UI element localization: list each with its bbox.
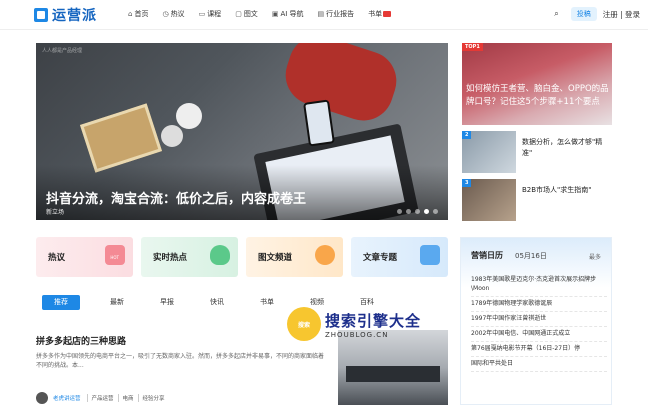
hero-cup-shape bbox=[161, 125, 183, 147]
nav-item-hot[interactable]: ◷ 热议 bbox=[162, 9, 184, 19]
new-badge-icon bbox=[383, 11, 392, 17]
top-article-item[interactable]: 3 B2B市场人"求生指南" bbox=[462, 179, 612, 221]
hero-category[interactable]: 新立场 bbox=[46, 207, 64, 216]
hero-notebook-shape bbox=[79, 103, 163, 173]
nav-label: 课程 bbox=[207, 10, 222, 18]
site-logo[interactable]: 运营派 bbox=[34, 5, 97, 25]
nav-item-booklist[interactable]: 书单 bbox=[368, 9, 392, 19]
report-icon: ▤ bbox=[317, 10, 325, 18]
top1-article[interactable]: TOP1 如何模仿王者营、脑白金、OPPO的品牌口号？记住这5个步骤+11个要点 bbox=[462, 43, 612, 125]
calendar-item[interactable]: 第76届戛纳电影节开幕（16日-27日）停 bbox=[471, 342, 607, 357]
author-name[interactable]: 老虎讲运营 bbox=[53, 394, 81, 402]
search-icon[interactable]: ⌕ bbox=[554, 9, 558, 19]
hero-watermark: 人人都是产品经理 bbox=[42, 48, 83, 54]
hero-title[interactable]: 抖音分流，淘宝合流：低价之后，内容成卷王 bbox=[46, 188, 306, 207]
top-article-item[interactable]: 2 数据分析，怎么做才够"精准" bbox=[462, 131, 612, 173]
nav-item-courses[interactable]: ▭ 课程 bbox=[199, 9, 222, 19]
article-thumbnail[interactable]: 3 bbox=[462, 179, 516, 221]
category-label: 文章专题 bbox=[363, 253, 398, 263]
hero-arm-shape bbox=[277, 43, 405, 129]
tab-latest[interactable]: 最新 bbox=[92, 295, 142, 310]
calendar-item[interactable]: 1997年中国作家汪曾祺逝世 bbox=[471, 312, 607, 327]
image-icon bbox=[315, 245, 335, 265]
marketing-calendar: 营销日历 05月16日 最多 1983年美国歌星迈克尔·杰克逊首次展示招牌步\M… bbox=[460, 237, 612, 405]
article-tag[interactable]: 经验分享 bbox=[137, 394, 169, 402]
watermark-logo-icon: 搜索 bbox=[287, 307, 321, 341]
rank-badge: 2 bbox=[462, 131, 472, 139]
calendar-item[interactable]: 1789年德国物理学家歌德诞辰 bbox=[471, 297, 607, 312]
carousel-dot-active[interactable] bbox=[424, 209, 429, 214]
category-card-hot[interactable]: 热议 HOT bbox=[36, 237, 133, 277]
nav-label: 首页 bbox=[134, 10, 149, 18]
hero-cup-shape bbox=[176, 103, 202, 129]
nav-label: 书单 bbox=[368, 10, 383, 18]
article-tag[interactable]: 产品运营 bbox=[86, 394, 118, 402]
article-thumbnail[interactable]: 2 bbox=[462, 131, 516, 173]
thumbnail-monitors-shape bbox=[346, 366, 440, 382]
category-label: 实时热点 bbox=[153, 253, 188, 263]
flame-icon bbox=[210, 245, 230, 265]
calendar-more-link[interactable]: 最多 bbox=[589, 252, 601, 261]
carousel-dots bbox=[393, 209, 438, 214]
category-label: 热议 bbox=[48, 253, 66, 263]
tab-news[interactable]: 快讯 bbox=[192, 295, 242, 310]
course-icon: ▭ bbox=[198, 10, 206, 18]
article-meta: 老虎讲运营 产品运营 电商 经验分享 bbox=[36, 392, 169, 404]
book-icon bbox=[34, 8, 48, 22]
nav-label: 图文 bbox=[243, 10, 258, 18]
nav-item-ai[interactable]: ▣ AI 导航 bbox=[272, 9, 304, 19]
watermark-main: 搜索引擎大全 bbox=[325, 311, 422, 330]
home-icon: ⌂ bbox=[128, 10, 133, 18]
nav-label: AI 导航 bbox=[280, 10, 304, 18]
ai-icon: ▣ bbox=[271, 10, 279, 18]
logo-text: 运营派 bbox=[52, 8, 97, 24]
hot-icon: ◷ bbox=[162, 10, 169, 18]
carousel-dot[interactable] bbox=[433, 209, 438, 214]
calendar-item[interactable]: 国际和平共处日 bbox=[471, 357, 607, 372]
carousel-dot[interactable] bbox=[406, 209, 411, 214]
calendar-date: 05月16日 bbox=[515, 252, 547, 260]
category-cards: 热议 HOT 实时热点 图文频道 文章专题 bbox=[36, 237, 448, 277]
post-button[interactable]: 投稿 bbox=[570, 7, 597, 21]
nav-item-graphics[interactable]: ▢ 图文 bbox=[235, 9, 258, 19]
category-label: 图文频道 bbox=[258, 253, 293, 263]
nav-label: 行业报告 bbox=[326, 10, 355, 18]
tab-booklist[interactable]: 书单 bbox=[242, 295, 292, 310]
image-icon: ▢ bbox=[235, 10, 242, 18]
bookmark-icon bbox=[420, 245, 440, 265]
tab-morning[interactable]: 早报 bbox=[142, 295, 192, 310]
tab-recommend[interactable]: 推荐 bbox=[42, 295, 80, 310]
category-card-topics[interactable]: 文章专题 bbox=[351, 237, 448, 277]
register-login-link[interactable]: 注册 | 登录 bbox=[603, 9, 640, 20]
watermark-text: 搜索引擎大全 ZHOUBLOG.CN bbox=[325, 310, 421, 339]
avatar[interactable] bbox=[36, 392, 48, 404]
carousel-dot[interactable] bbox=[397, 209, 402, 214]
category-card-trending[interactable]: 实时热点 bbox=[141, 237, 238, 277]
nav-item-home[interactable]: ⌂ 首页 bbox=[128, 9, 148, 19]
watermark-sub: ZHOUBLOG.CN bbox=[325, 330, 389, 339]
article-title[interactable]: B2B市场人"求生指南" bbox=[522, 185, 608, 221]
nav-item-reports[interactable]: ▤ 行业报告 bbox=[318, 9, 355, 19]
hot-badge: HOT bbox=[110, 255, 119, 260]
carousel-dot[interactable] bbox=[415, 209, 420, 214]
article-tag[interactable]: 电商 bbox=[117, 394, 138, 402]
top-articles: TOP1 如何模仿王者营、脑白金、OPPO的品牌口号？记住这5个步骤+11个要点… bbox=[462, 43, 612, 221]
calendar-title: 营销日历 bbox=[471, 251, 503, 260]
header-actions: ⌕ 投稿 注册 | 登录 bbox=[554, 7, 640, 21]
hero-banner[interactable]: 人人都是产品经理 抖音分流，淘宝合流：低价之后，内容成卷王 新立场 bbox=[36, 43, 448, 220]
article-title[interactable]: 数据分析，怎么做才够"精准" bbox=[522, 137, 608, 173]
top1-badge: TOP1 bbox=[462, 43, 483, 51]
rank-badge: 3 bbox=[462, 179, 472, 187]
article-title[interactable]: 拼多多起店的三种思路 bbox=[36, 334, 126, 347]
calendar-item[interactable]: 2002年中国电信、中国网通正式成立 bbox=[471, 327, 607, 342]
top1-title[interactable]: 如何模仿王者营、脑白金、OPPO的品牌口号？记住这5个步骤+11个要点 bbox=[466, 83, 610, 109]
main-nav: ⌂ 首页 ◷ 热议 ▭ 课程 ▢ 图文 ▣ AI 导航 ▤ 行业报告 书单 bbox=[128, 9, 405, 19]
article-excerpt: 拼多多作为中国领先的电商平台之一，吸引了无数商家入驻。然而，拼多多起店并非易事，… bbox=[36, 353, 325, 369]
calendar-item[interactable]: 1983年美国歌星迈克尔·杰克逊首次展示招牌步\Moon bbox=[471, 273, 607, 297]
category-card-graphics[interactable]: 图文频道 bbox=[246, 237, 343, 277]
top-header: 运营派 ⌂ 首页 ◷ 热议 ▭ 课程 ▢ 图文 ▣ AI 导航 ▤ 行业报告 书… bbox=[0, 0, 648, 30]
nav-label: 热议 bbox=[170, 10, 185, 18]
site-watermark: 搜索 搜索引擎大全 ZHOUBLOG.CN bbox=[287, 304, 437, 344]
calendar-list: 1983年美国歌星迈克尔·杰克逊首次展示招牌步\Moon 1789年德国物理学家… bbox=[471, 273, 607, 372]
